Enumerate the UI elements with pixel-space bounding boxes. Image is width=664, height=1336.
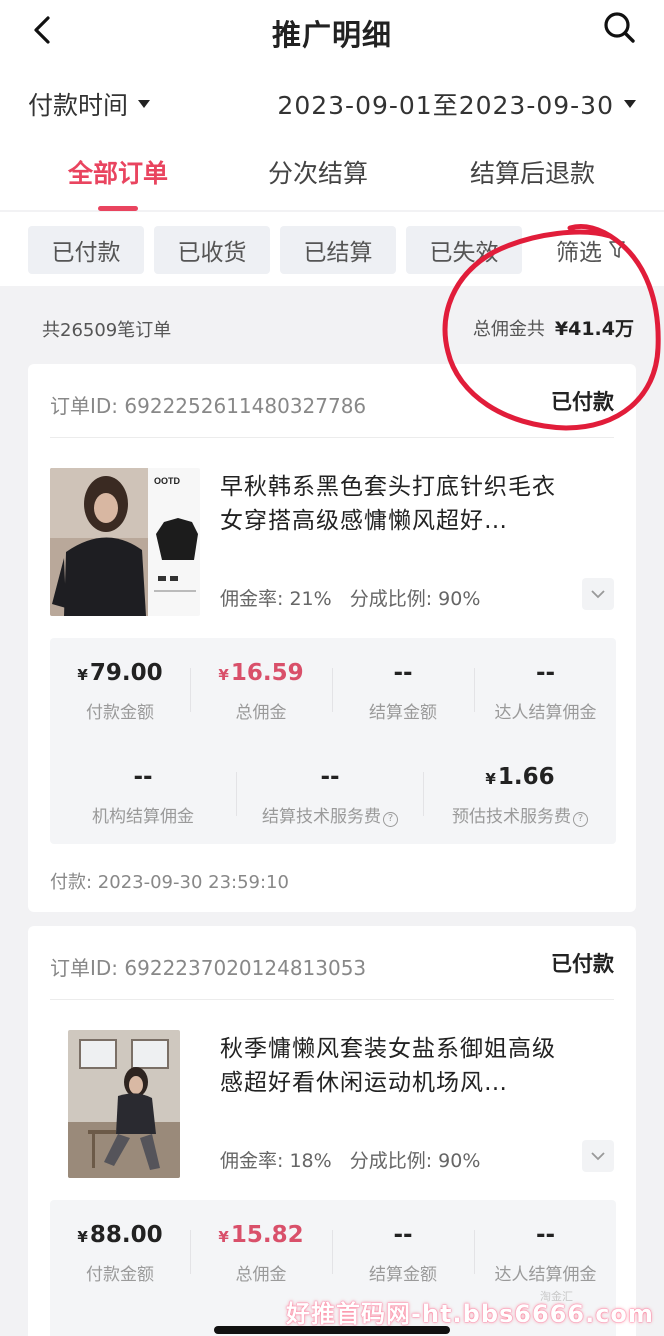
metric-creator-settlement: -- 达人结算佣金 (475, 660, 616, 723)
commission-rate-row: 佣金率: 18% 分成比例: 90% (220, 1146, 480, 1173)
screen-button[interactable]: 筛选 (556, 226, 626, 274)
metric-label: 机构结算佣金 (92, 807, 194, 827)
metric-label: 总佣金 (235, 703, 287, 723)
metric-label: 付款金额 (86, 703, 154, 723)
search-icon[interactable] (600, 8, 640, 48)
order-card[interactable]: 订单ID: 6922237020124813053 已付款 秋季慵懒风套装女盐系… (28, 926, 636, 1336)
chip-received[interactable]: 已收货 (154, 226, 270, 274)
metric-label: 结算技术服务费 (262, 807, 381, 827)
caret-down-icon (138, 100, 151, 108)
chip-invalid[interactable]: 已失效 (406, 226, 522, 274)
metric-total-commission: ¥16.59 总佣金 (191, 660, 331, 723)
help-icon[interactable]: ? (573, 812, 588, 827)
metric-settlement-amount: -- 结算金额 (333, 660, 473, 723)
metric-value: -- (393, 660, 413, 686)
metric-creator-settlement: -- 达人结算佣金 (475, 1222, 616, 1285)
watermark-text: 好推首码网-ht.bbs6666.com (286, 1300, 654, 1328)
order-header: 订单ID: 6922237020124813053 已付款 (50, 948, 614, 1000)
commission-rate-row: 佣金率: 21% 分成比例: 90% (220, 584, 480, 611)
status-filter-bar: 已付款 已收货 已结算 已失效 筛选 (0, 212, 664, 286)
metric-label: 达人结算佣金 (494, 1265, 597, 1285)
metric-value: -- (535, 1222, 556, 1248)
help-icon[interactable]: ? (383, 812, 398, 827)
filter-icon (609, 241, 625, 258)
metric-agency-settlement: -- 机构结算佣金 (50, 764, 236, 827)
yen-symbol: ¥ (77, 1228, 88, 1246)
yen-symbol: ¥ (485, 770, 496, 788)
metric-payment-amount: ¥79.00 付款金额 (50, 660, 190, 723)
tab-split-settlement[interactable]: 分次结算 (268, 154, 368, 190)
yen-symbol: ¥ (218, 1228, 229, 1246)
order-card[interactable]: 订单ID: 6922252611480327786 已付款 OOTD 早秋韩系黑… (28, 364, 636, 912)
filter-row: 付款时间 2023-09-01至2023-09-30 (28, 86, 636, 126)
chevron-down-icon (591, 590, 605, 599)
time-type-dropdown[interactable]: 付款时间 (28, 86, 151, 122)
metric-value: 88.00 (89, 1222, 163, 1248)
page-title: 推广明细 (271, 18, 392, 52)
total-commission-value: ¥41.4万 (554, 318, 634, 340)
commission-rate: 佣金率: 21% (220, 588, 332, 610)
screen-label: 筛选 (556, 240, 602, 266)
tab-refund-after-settlement[interactable]: 结算后退款 (470, 154, 595, 190)
metric-label: 总佣金 (235, 1265, 287, 1285)
product-thumbnail[interactable] (68, 1030, 180, 1178)
payment-time: 付款: 2023-09-30 23:59:10 (50, 872, 289, 893)
metric-payment-amount: ¥88.00 付款金额 (50, 1222, 190, 1285)
ootd-thumb-text: OOTD (154, 476, 180, 486)
total-commission-label: 总佣金共 (472, 319, 545, 340)
time-type-label: 付款时间 (28, 91, 129, 120)
metric-label: 付款金额 (86, 1265, 154, 1285)
tab-active-indicator (98, 206, 138, 211)
share-ratio: 分成比例: 90% (349, 1150, 481, 1172)
metric-value: 79.00 (89, 660, 163, 686)
yen-symbol: ¥ (218, 666, 229, 684)
order-status: 已付款 (551, 390, 614, 414)
order-summary: 共26509笔订单 总佣金共 ¥41.4万 (42, 306, 634, 346)
metric-estimated-tech-fee: ¥1.66 预估技术服务费? (424, 764, 616, 827)
product-thumbnail[interactable]: OOTD (50, 468, 200, 616)
home-indicator (214, 1326, 450, 1334)
date-range-dropdown[interactable]: 2023-09-01至2023-09-30 (277, 86, 636, 122)
metric-value: -- (535, 660, 556, 686)
total-commission: 总佣金共 ¥41.4万 (473, 314, 634, 341)
metric-settlement-amount: -- 结算金额 (333, 1222, 473, 1285)
yen-symbol: ¥ (77, 666, 88, 684)
chip-settled[interactable]: 已结算 (280, 226, 396, 274)
sweater-product-image: OOTD (50, 468, 200, 616)
metric-label: 结算金额 (369, 703, 437, 723)
order-id: 订单ID: 6922252611480327786 (50, 394, 367, 418)
expand-button[interactable] (582, 1140, 614, 1172)
share-ratio: 分成比例: 90% (349, 588, 481, 610)
metric-value: -- (133, 764, 153, 790)
order-status: 已付款 (551, 952, 614, 976)
watermark-small-text: 淘金汇 (540, 1290, 573, 1303)
caret-down-icon (624, 100, 636, 108)
metric-value: 1.66 (497, 764, 555, 790)
commission-rate: 佣金率: 18% (220, 1150, 332, 1172)
chip-paid[interactable]: 已付款 (28, 226, 144, 274)
product-title[interactable]: 早秋韩系黑色套头打底针织毛衣女穿搭高级感慵懒风超好… (220, 470, 570, 538)
product-title[interactable]: 秋季慵懒风套装女盐系御姐高级感超好看休闲运动机场风… (220, 1032, 570, 1100)
metric-settlement-tech-fee: -- 结算技术服务费? (237, 764, 423, 827)
top-header: 推广明细 付款时间 2023-09-01至2023-09-30 全部订单 分次结… (0, 0, 664, 211)
metric-value: 15.82 (230, 1222, 304, 1248)
chevron-down-icon (591, 1152, 605, 1161)
metric-label: 预估技术服务费 (452, 807, 571, 827)
date-range-label: 2023-09-01至2023-09-30 (277, 91, 614, 120)
metric-total-commission: ¥15.82 总佣金 (191, 1222, 331, 1285)
tab-all-orders[interactable]: 全部订单 (68, 154, 168, 190)
order-count: 共26509笔订单 (42, 320, 172, 341)
metric-value: -- (320, 764, 340, 790)
order-header: 订单ID: 6922252611480327786 已付款 (50, 386, 614, 438)
metric-value: -- (393, 1222, 413, 1248)
tracksuit-product-image (68, 1030, 180, 1178)
metric-label: 达人结算佣金 (494, 703, 597, 723)
expand-button[interactable] (582, 578, 614, 610)
nav-bar: 推广明细 (0, 0, 664, 62)
tab-bar: 全部订单 分次结算 结算后退款 (0, 150, 664, 211)
metrics-panel: ¥79.00 付款金额 ¥16.59 总佣金 -- 结算金额 -- 达人结算佣金… (50, 638, 616, 844)
metric-label: 结算金额 (369, 1265, 437, 1285)
order-id: 订单ID: 6922237020124813053 (50, 956, 367, 980)
metric-value: 16.59 (230, 660, 304, 686)
